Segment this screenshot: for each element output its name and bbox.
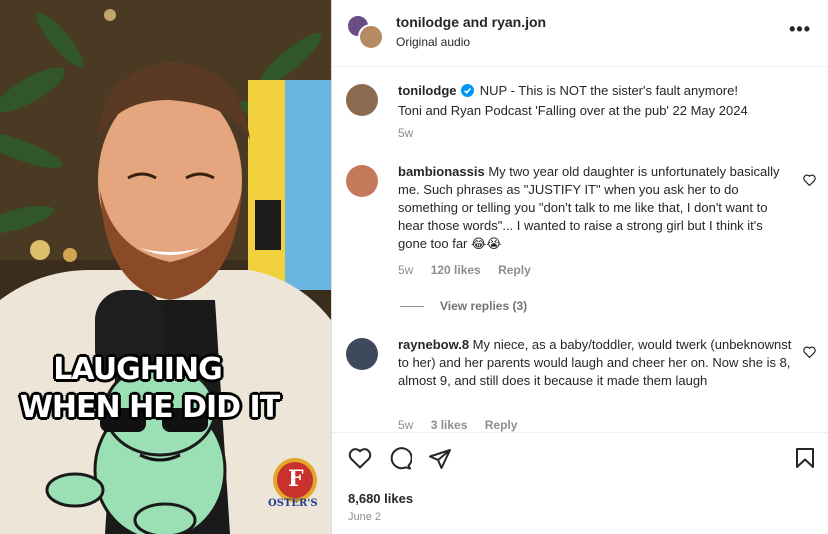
patch-letter: F [288,466,304,492]
like-comment-icon[interactable] [803,346,816,358]
share-icon[interactable] [428,447,452,471]
reply-button[interactable]: Reply [485,418,518,432]
video-frame[interactable]: LAUGHING WHEN HE DID IT F OSTER'S [0,0,331,534]
comment-username[interactable]: raynebow.8 [398,337,469,352]
collab-avatars[interactable] [346,14,384,50]
view-replies-button[interactable]: View replies (3) [400,299,527,313]
save-icon[interactable] [795,447,815,469]
avatar[interactable] [346,338,378,370]
comment-icon[interactable] [388,447,412,471]
video-scene [0,0,331,534]
verified-badge-icon [461,84,475,102]
audio-link[interactable]: Original audio [396,35,470,49]
comment-likes[interactable]: 120 likes [431,263,481,277]
patch-text: OSTER'S [268,498,318,509]
header-username[interactable]: tonilodge and ryan.jon [396,14,546,30]
avatar[interactable] [346,165,378,197]
caption-line-2: WHEN HE DID IT [19,390,280,425]
comment-time[interactable]: 5w [398,418,413,432]
more-options-icon[interactable]: ••• [789,20,811,38]
like-comment-icon[interactable] [803,174,816,186]
comment-time[interactable]: 5w [398,126,413,140]
caption-line-1: LAUGHING [53,352,222,387]
comment-text: NUP - This is NOT the sister's fault any… [479,83,738,98]
comment-username[interactable]: bambionassis [398,164,485,179]
like-icon[interactable] [348,447,372,469]
post-date[interactable]: June 2 [348,511,381,523]
post-panel: tonilodge and ryan.jon Original audio ••… [331,0,828,534]
reply-button[interactable]: Reply [498,263,531,277]
post-header: tonilodge and ryan.jon Original audio ••… [332,0,828,67]
comment-time[interactable]: 5w [398,263,413,277]
post-actions: 8,680 likes June 2 [332,432,828,534]
post-likes[interactable]: 8,680 likes [348,491,413,506]
comment-username[interactable]: tonilodge [398,83,457,98]
avatar[interactable] [358,24,384,50]
avatar[interactable] [346,84,378,116]
view-replies-label: View replies (3) [440,299,528,313]
divider [400,306,424,308]
comment-likes[interactable]: 3 likes [431,418,468,432]
comment-text-line2: Toni and Ryan Podcast 'Falling over at t… [398,103,748,118]
